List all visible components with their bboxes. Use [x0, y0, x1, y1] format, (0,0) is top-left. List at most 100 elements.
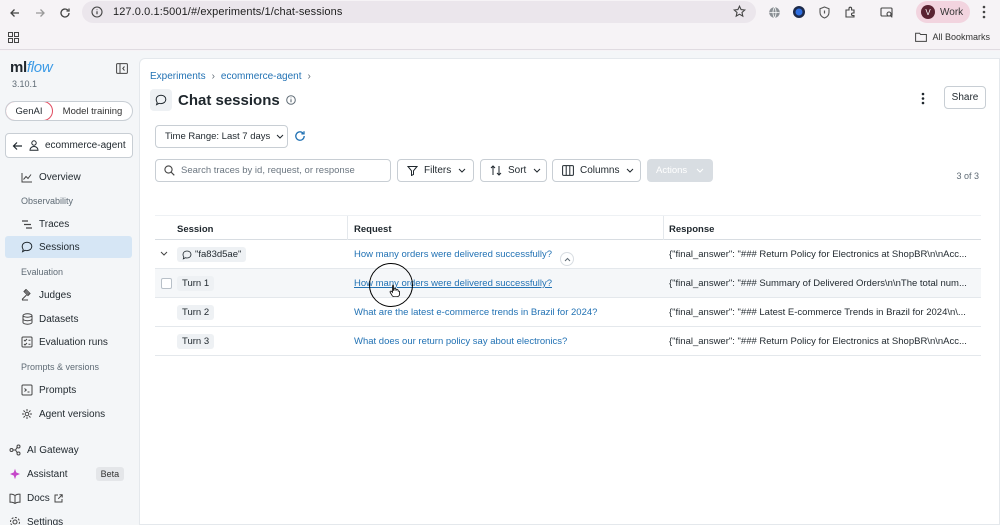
turn-tag: Turn 1 [177, 276, 215, 291]
url-text: 127.0.0.1:5001/#/experiments/1/chat-sess… [113, 6, 343, 18]
bookmarks-bar: All Bookmarks [0, 26, 1000, 50]
mode-genai-tab[interactable]: GenAI [6, 102, 53, 120]
table-row[interactable]: Turn 1 How many orders were delivered su… [155, 269, 981, 298]
table-header: Session Request Response [155, 215, 981, 266]
back-button[interactable] [6, 4, 24, 22]
share-button[interactable]: Share [944, 86, 986, 109]
sidebar-item-traces[interactable]: Traces [5, 213, 132, 235]
experiment-icon [29, 140, 39, 151]
sidebar-item-settings[interactable]: Settings [5, 511, 132, 525]
profile-button[interactable]: V Work [916, 1, 970, 23]
back-arrow-icon[interactable] [12, 141, 23, 151]
session-id-tag: "fa83d5ae" [177, 247, 247, 262]
table-row[interactable]: Turn 3 What does our return policy say a… [155, 327, 981, 356]
database-icon [21, 313, 33, 325]
request-link[interactable]: What are the latest e-commerce trends in… [354, 307, 659, 318]
sidebar: mlflow 3.10.1 GenAI Model training ecomm… [0, 51, 138, 525]
row-checkbox[interactable] [161, 278, 172, 289]
sidebar-item-overview[interactable]: Overview [5, 166, 132, 188]
experiment-name: ecommerce-agent [45, 140, 126, 151]
refresh-icon[interactable] [294, 130, 306, 142]
agent-versions-icon [21, 408, 33, 420]
puzzle-extensions-icon[interactable] [842, 4, 858, 20]
response-cell: {"final_answer": "### Latest E-commerce … [669, 307, 966, 318]
site-info-icon[interactable] [90, 5, 104, 19]
response-cell: {"final_answer": "### Return Policy for … [669, 336, 967, 347]
book-icon [9, 492, 21, 504]
browser-menu-icon[interactable] [982, 5, 986, 19]
sidebar-item-docs[interactable]: Docs [5, 487, 132, 509]
sidebar-item-ai-gateway[interactable]: AI Gateway [5, 439, 132, 461]
sidebar-heading-evaluation: Evaluation [21, 267, 64, 277]
mode-training-tab[interactable]: Model training [53, 102, 132, 120]
browser-toolbar: 127.0.0.1:5001/#/experiments/1/chat-sess… [0, 0, 1000, 25]
beta-badge: Beta [95, 467, 125, 481]
table-row[interactable]: Turn 2 What are the latest e-commerce tr… [155, 298, 981, 327]
chevron-down-icon [696, 168, 704, 173]
sidebar-item-evaluation-runs[interactable]: Evaluation runs [5, 331, 132, 353]
shield-extension-icon[interactable] [816, 4, 832, 20]
request-link[interactable]: How many orders were delivered successfu… [354, 249, 659, 260]
column-header-request[interactable]: Request [354, 224, 391, 235]
prompt-icon [21, 384, 33, 396]
result-count: 3 of 3 [956, 171, 979, 181]
response-cell: {"final_answer": "### Return Policy for … [669, 249, 967, 260]
experiment-selector[interactable]: ecommerce-agent [5, 133, 133, 158]
column-divider[interactable] [347, 216, 348, 240]
time-range-select[interactable]: Time Range: Last 7 days [155, 125, 288, 148]
chat-bubble-icon [150, 89, 172, 111]
profile-avatar: V [921, 5, 935, 19]
column-divider[interactable] [663, 216, 664, 240]
mode-toggle: GenAI Model training [5, 101, 133, 121]
gear-icon [9, 516, 21, 525]
globe-extension-icon[interactable] [766, 4, 782, 20]
chevron-down-icon [276, 134, 284, 139]
collapse-sidebar-icon[interactable] [116, 63, 128, 74]
sidebar-item-agent-versions[interactable]: Agent versions [5, 403, 132, 425]
filters-button[interactable]: Filters [397, 159, 474, 182]
tab-search-icon[interactable] [879, 4, 895, 20]
actions-button[interactable]: Actions [647, 159, 713, 182]
request-link[interactable]: What does our return policy say about el… [354, 336, 659, 347]
chevron-down-icon [626, 168, 634, 173]
chevron-down-icon[interactable] [160, 251, 168, 256]
columns-button[interactable]: Columns [552, 159, 641, 182]
chat-bubble-icon [21, 241, 33, 253]
gateway-icon [9, 444, 21, 456]
address-bar[interactable]: 127.0.0.1:5001/#/experiments/1/chat-sess… [82, 1, 756, 23]
line-chart-icon [21, 171, 33, 183]
sidebar-item-assistant[interactable]: Assistant Beta [5, 463, 132, 485]
column-header-session[interactable]: Session [177, 224, 213, 235]
sidebar-item-judges[interactable]: Judges [5, 284, 132, 306]
info-icon[interactable] [285, 95, 296, 105]
reload-button[interactable] [56, 4, 74, 22]
apps-grid-icon[interactable] [8, 32, 19, 43]
forward-button[interactable] [31, 4, 49, 22]
sidebar-item-prompts[interactable]: Prompts [5, 379, 132, 401]
session-row[interactable]: "fa83d5ae" How many orders were delivere… [155, 240, 981, 269]
arrow-left-icon [10, 9, 19, 17]
column-header-response[interactable]: Response [669, 224, 714, 235]
search-box [155, 159, 391, 182]
more-options-icon[interactable] [921, 92, 925, 105]
chevron-down-icon [533, 168, 541, 173]
turn-tag: Turn 2 [177, 305, 215, 320]
bookmark-star-icon[interactable] [733, 5, 746, 18]
breadcrumb-experiments[interactable]: Experiments [150, 71, 206, 82]
columns-icon [562, 165, 574, 176]
chevron-down-icon [458, 168, 466, 173]
search-input[interactable] [181, 165, 381, 176]
mlflow-app: mlflow 3.10.1 GenAI Model training ecomm… [0, 51, 1000, 525]
external-link-icon [54, 493, 63, 503]
search-icon [164, 165, 175, 176]
all-bookmarks-button[interactable]: All Bookmarks [915, 32, 990, 42]
breadcrumb-experiment[interactable]: ecommerce-agent [221, 71, 302, 82]
mlflow-logo[interactable]: mlflow [10, 59, 53, 76]
sidebar-item-datasets[interactable]: Datasets [5, 308, 132, 330]
blue-circle-extension-icon[interactable] [791, 4, 807, 20]
sort-button[interactable]: Sort [480, 159, 547, 182]
sidebar-item-sessions[interactable]: Sessions [5, 236, 132, 258]
response-cell: {"final_answer": "### Summary of Deliver… [669, 278, 967, 289]
sidebar-heading-observability: Observability [21, 196, 74, 206]
main-panel: Experiments › ecommerce-agent › Chat ses… [139, 58, 1000, 525]
